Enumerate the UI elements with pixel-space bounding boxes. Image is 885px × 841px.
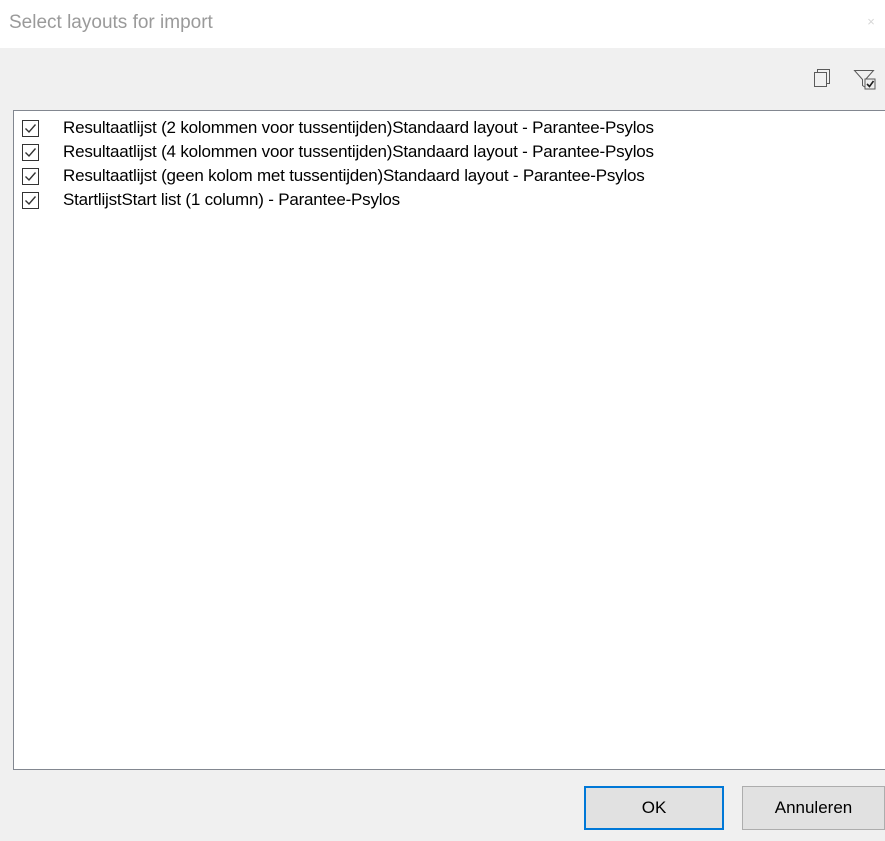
copy-icon[interactable] xyxy=(810,66,834,92)
list-item-label: Resultaatlijst (geen kolom met tussentij… xyxy=(63,166,645,185)
checkbox-checked-icon[interactable] xyxy=(22,191,39,209)
filter-check-icon[interactable] xyxy=(852,66,876,92)
dialog-title: Select layouts for import xyxy=(9,12,213,33)
checkbox-checked-icon[interactable] xyxy=(22,167,39,185)
list-item-label: StartlijstStart list (1 column) - Parant… xyxy=(63,190,400,209)
list-item-label: Resultaatlijst (4 kolommen voor tussenti… xyxy=(63,142,654,161)
checkbox-checked-icon[interactable] xyxy=(22,143,39,161)
title-bar[interactable]: Select layouts for import × xyxy=(0,0,885,48)
list-item[interactable]: Resultaatlijst (2 kolommen voor tussenti… xyxy=(14,116,885,140)
list-item[interactable]: Resultaatlijst (geen kolom met tussentij… xyxy=(14,164,885,188)
list-item[interactable]: Resultaatlijst (4 kolommen voor tussenti… xyxy=(14,140,885,164)
close-button[interactable]: × xyxy=(857,4,885,40)
list-item-label: Resultaatlijst (2 kolommen voor tussenti… xyxy=(63,118,654,137)
cancel-button[interactable]: Annuleren xyxy=(742,786,885,830)
import-layouts-dialog: Select layouts for import × Resultaatlij… xyxy=(0,0,885,841)
toolbar xyxy=(0,48,885,110)
layouts-list[interactable]: Resultaatlijst (2 kolommen voor tussenti… xyxy=(13,110,885,770)
checkbox-checked-icon[interactable] xyxy=(22,119,39,137)
ok-button[interactable]: OK xyxy=(584,786,724,830)
list-item[interactable]: StartlijstStart list (1 column) - Parant… xyxy=(14,188,885,212)
dialog-body: Resultaatlijst (2 kolommen voor tussenti… xyxy=(0,48,885,841)
